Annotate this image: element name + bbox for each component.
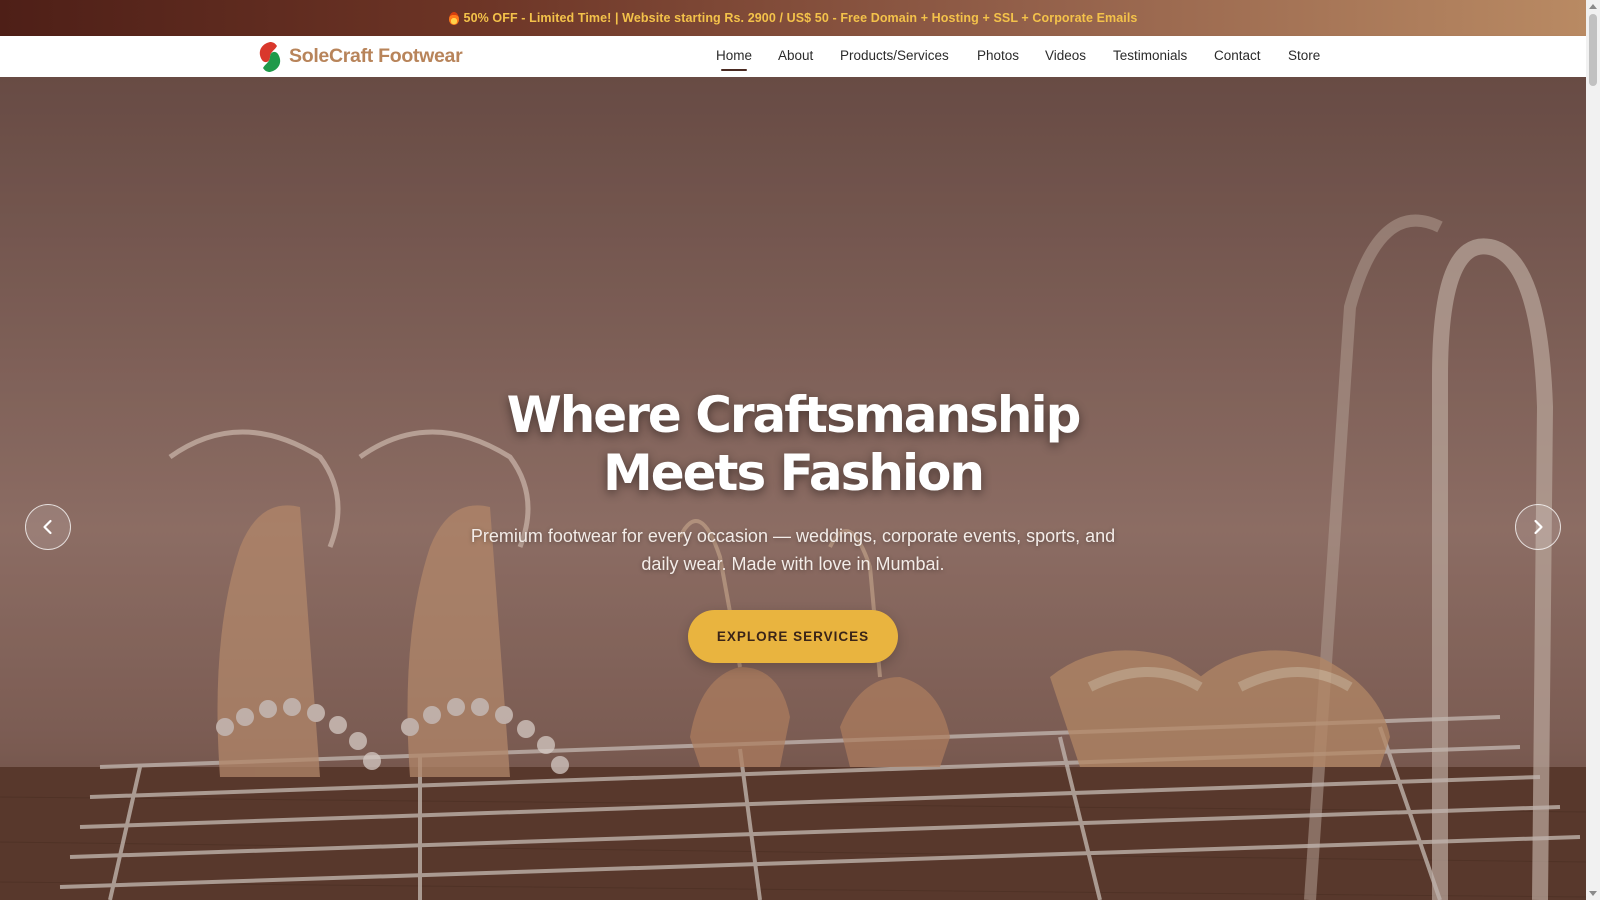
slider-prev-button[interactable]: [25, 504, 71, 550]
scroll-up-icon[interactable]: [1589, 4, 1597, 9]
chevron-left-icon: [43, 519, 52, 535]
promo-banner[interactable]: 50% OFF - Limited Time! | Website starti…: [0, 0, 1586, 36]
navbar: SoleCraft Footwear Home About Products/S…: [0, 36, 1586, 77]
hero-content: Where Craftsmanship Meets Fashion Premiu…: [0, 386, 1586, 663]
hero-slider: Where Craftsmanship Meets Fashion Premiu…: [0, 77, 1586, 900]
brand-logo[interactable]: SoleCraft Footwear: [253, 38, 463, 75]
promo-text: 50% OFF - Limited Time! | Website starti…: [463, 11, 1138, 25]
explore-services-button[interactable]: EXPLORE SERVICES: [688, 610, 898, 663]
nav-home[interactable]: Home: [716, 48, 752, 71]
nav-photos[interactable]: Photos: [977, 48, 1019, 63]
hero-title: Where Craftsmanship Meets Fashion: [443, 386, 1143, 502]
slider-next-button[interactable]: [1515, 504, 1561, 550]
fire-icon: [448, 11, 459, 25]
nav-videos[interactable]: Videos: [1045, 48, 1086, 63]
nav-contact[interactable]: Contact: [1214, 48, 1261, 63]
scroll-down-icon[interactable]: [1589, 891, 1597, 896]
hero-title-line2: Meets Fashion: [602, 444, 985, 502]
nav-products-services[interactable]: Products/Services: [840, 48, 949, 63]
nav-testimonials[interactable]: Testimonials: [1113, 48, 1187, 63]
page-scrollbar[interactable]: [1586, 0, 1600, 900]
hero-title-line1: Where Craftsmanship: [506, 386, 1082, 444]
hero-subtitle: Premium footwear for every occasion — we…: [470, 526, 1116, 574]
nav-store[interactable]: Store: [1288, 48, 1320, 63]
brand-name: SoleCraft Footwear: [289, 45, 463, 67]
logo-icon: [254, 40, 286, 73]
chevron-right-icon: [1534, 519, 1543, 535]
nav-about[interactable]: About: [778, 48, 813, 63]
scroll-thumb[interactable]: [1589, 14, 1597, 86]
